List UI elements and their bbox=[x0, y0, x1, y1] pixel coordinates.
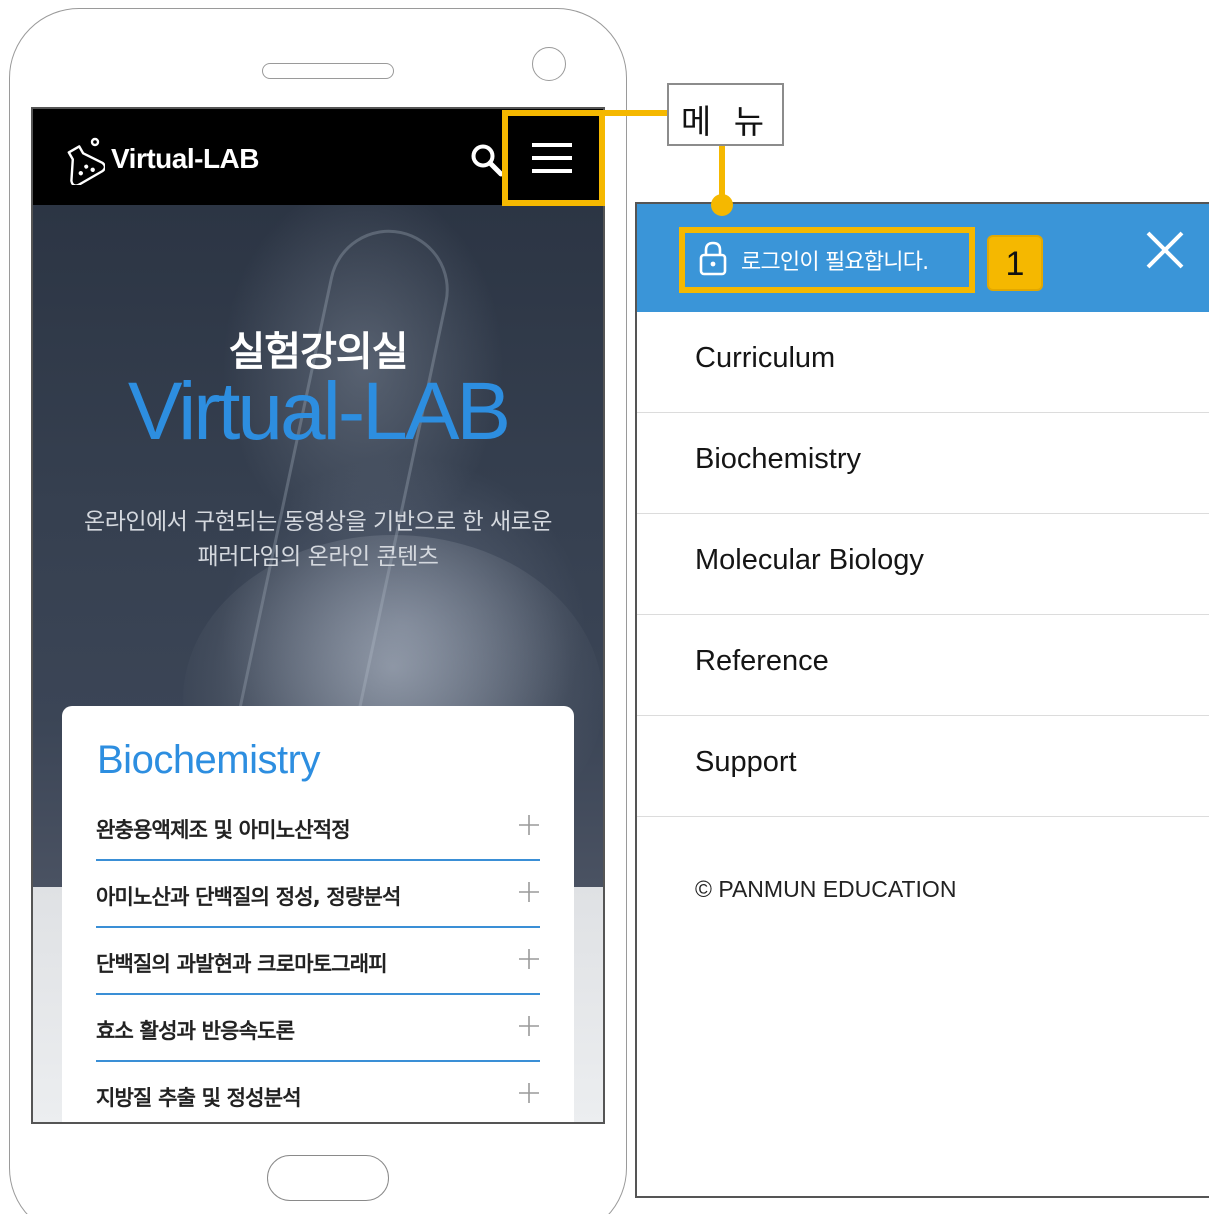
callout-dot bbox=[711, 194, 733, 216]
menu-item-label: Support bbox=[695, 746, 797, 778]
course-item-label: 지방질 추출 및 정성분석 bbox=[96, 1086, 302, 1110]
course-item-label: 단백질의 과발현과 크로마토그래피 bbox=[96, 952, 388, 976]
phone-home-button bbox=[267, 1155, 389, 1201]
menu-item-curriculum[interactable]: Curriculum bbox=[637, 312, 1209, 413]
plus-icon[interactable] bbox=[518, 881, 540, 903]
course-item[interactable]: 효소 활성과 반응속도론 bbox=[96, 995, 540, 1062]
plus-icon[interactable] bbox=[518, 1082, 540, 1104]
step-badge-number: 1 bbox=[1005, 245, 1025, 283]
menu-item-label: Molecular Biology bbox=[695, 544, 924, 576]
menu-item-label: Curriculum bbox=[695, 342, 836, 374]
course-item[interactable]: 지방질 추출 및 정성분석 bbox=[96, 1062, 540, 1122]
course-item-label: 효소 활성과 반응속도론 bbox=[96, 1019, 295, 1043]
hero-brand: Virtual-LAB bbox=[127, 366, 511, 457]
brand-logo[interactable]: Virtual-LAB bbox=[111, 143, 260, 175]
menu-item-molecular-biology[interactable]: Molecular Biology bbox=[637, 514, 1209, 615]
menu-callout-label: 메 뉴 bbox=[680, 102, 771, 141]
phone-camera bbox=[532, 47, 566, 81]
hero-description-line: 온라인에서 구현되는 동영상을 기반으로 한 새로운 bbox=[84, 509, 552, 535]
menu-item-support[interactable]: Support bbox=[637, 716, 1209, 817]
side-menu-panel: 로그인이 필요합니다. 1 Curriculum Biochemistry Mo… bbox=[635, 202, 1209, 1198]
close-icon[interactable] bbox=[1145, 230, 1185, 270]
card-title: Biochemistry bbox=[97, 738, 320, 782]
menu-item-reference[interactable]: Reference bbox=[637, 615, 1209, 716]
course-item-label: 완충용액제조 및 아미노산적정 bbox=[96, 818, 351, 842]
plus-icon[interactable] bbox=[518, 1015, 540, 1037]
side-menu-header: 로그인이 필요합니다. 1 bbox=[637, 204, 1209, 312]
menu-item-label: Reference bbox=[695, 645, 829, 677]
mobile-screen: Virtual-LAB 실험강의실 Virtual-LAB 온라인에서 구현되는… bbox=[31, 107, 605, 1124]
course-card: Biochemistry 완충용액제조 및 아미노산적정 아미노산과 단백질의 … bbox=[62, 706, 574, 1122]
login-required-link[interactable]: 로그인이 필요합니다. bbox=[741, 244, 929, 276]
course-item[interactable]: 완충용액제조 및 아미노산적정 bbox=[96, 794, 540, 861]
step-badge: 1 bbox=[987, 235, 1043, 291]
callout-connector bbox=[605, 110, 667, 116]
menu-callout: 메 뉴 bbox=[667, 83, 784, 146]
menu-item-label: Biochemistry bbox=[695, 443, 861, 475]
copyright-text: © PANMUN EDUCATION bbox=[695, 876, 957, 902]
hero-description-line: 패러다임의 온라인 콘텐츠 bbox=[197, 544, 439, 570]
course-item[interactable]: 아미노산과 단백질의 정성, 정량분석 bbox=[96, 861, 540, 928]
plus-icon[interactable] bbox=[518, 814, 540, 836]
menu-highlight-box bbox=[502, 110, 605, 206]
lock-icon bbox=[699, 241, 727, 276]
phone-speaker bbox=[262, 63, 394, 79]
flask-icon bbox=[67, 137, 105, 185]
plus-icon[interactable] bbox=[518, 948, 540, 970]
course-item[interactable]: 단백질의 과발현과 크로마토그래피 bbox=[96, 928, 540, 995]
course-item-label: 아미노산과 단백질의 정성, 정량분석 bbox=[96, 885, 401, 909]
menu-item-biochemistry[interactable]: Biochemistry bbox=[637, 413, 1209, 514]
search-icon[interactable] bbox=[470, 143, 504, 177]
hero-description: 온라인에서 구현되는 동영상을 기반으로 한 새로운 패러다임의 온라인 콘텐츠 bbox=[45, 505, 591, 575]
